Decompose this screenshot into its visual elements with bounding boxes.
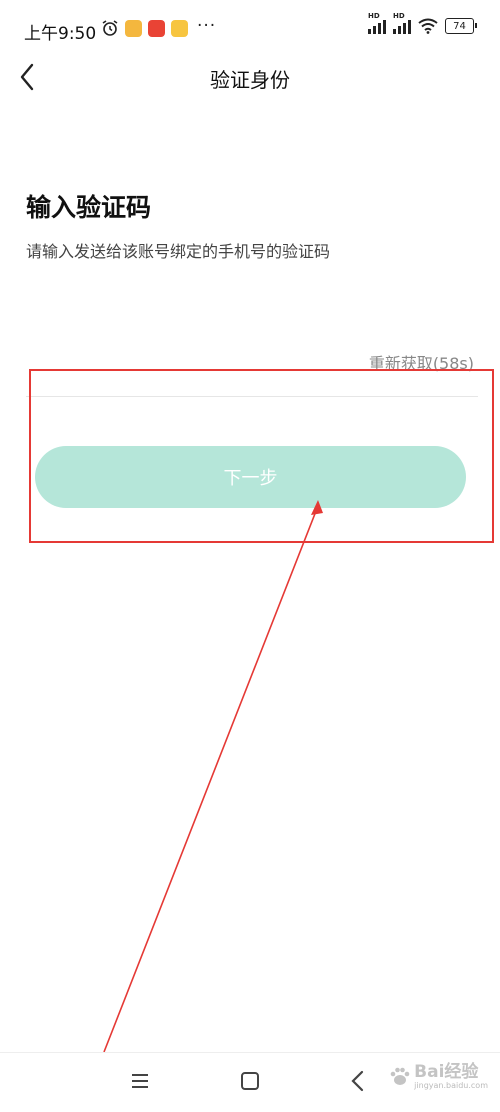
signal-icon-sim1: HD: [368, 12, 386, 34]
menu-icon[interactable]: [130, 1071, 150, 1091]
weibo-notification-icon: [171, 19, 188, 37]
hd-label: HD: [393, 12, 405, 20]
wifi-icon: [418, 18, 438, 34]
alarm-icon: [102, 20, 118, 36]
app-notification-icon: [125, 19, 142, 37]
status-system-icons: HD HD 74: [368, 12, 477, 34]
toutiao-notification-icon: [148, 19, 165, 37]
status-time: 上午9:50: [24, 24, 97, 44]
paw-logo-icon: [390, 1067, 410, 1085]
system-nav-bar: Bai经验 jingyan.baidu.com: [0, 1052, 500, 1112]
resend-code-button[interactable]: 重新获取(58s): [369, 350, 474, 374]
verification-instructions: 请输入发送给该账号绑定的手机号的验证码: [26, 242, 331, 261]
home-icon[interactable]: [240, 1071, 260, 1091]
status-notification-icons: [101, 19, 188, 37]
system-back-icon[interactable]: [348, 1069, 368, 1093]
verification-heading: 输入验证码: [26, 193, 152, 222]
annotation-arrow: [103, 500, 323, 1053]
watermark-sub: jingyan.baidu.com: [414, 1080, 488, 1090]
signal-icon-sim2: HD: [393, 12, 411, 34]
status-bar: 上午9:50 ··· HD HD 74: [0, 0, 500, 60]
page-title: 验证身份: [210, 68, 290, 92]
battery-indicator: 74: [445, 18, 477, 34]
next-step-button[interactable]: 下一步: [35, 446, 466, 508]
baidu-jingyan-watermark: Bai经验 jingyan.baidu.com: [389, 1063, 488, 1090]
watermark-text: Bai经验: [414, 1062, 479, 1082]
more-notifications-icon: ···: [197, 16, 217, 36]
hd-label: HD: [368, 12, 380, 20]
nav-bar: 验证身份: [0, 60, 500, 96]
